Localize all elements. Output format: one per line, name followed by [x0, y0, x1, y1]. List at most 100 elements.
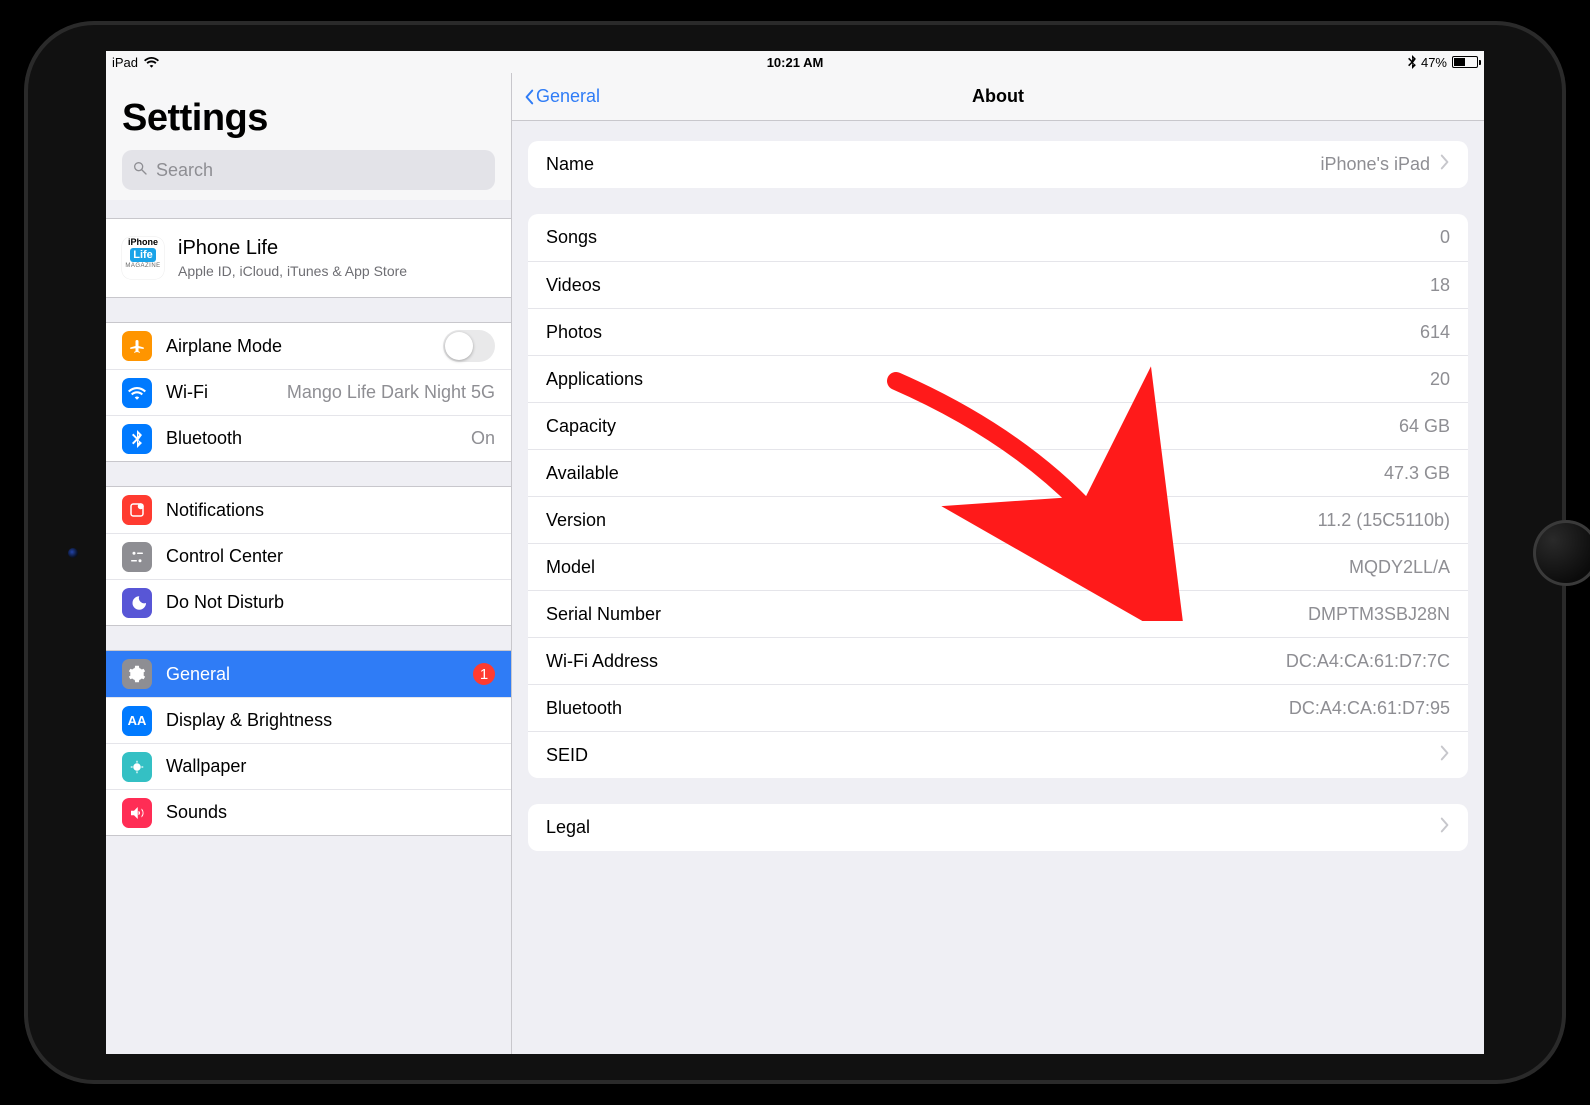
apps-value: 20 [1430, 369, 1450, 390]
about-name-label: Name [546, 154, 594, 175]
sounds-icon [122, 798, 152, 828]
back-button[interactable]: General [524, 86, 600, 107]
about-capacity-row: Capacity 64 GB [528, 402, 1468, 449]
about-name-value: iPhone's iPad [1320, 154, 1430, 175]
serial-label: Serial Number [546, 604, 661, 625]
version-label: Version [546, 510, 606, 531]
photos-label: Photos [546, 322, 602, 343]
airplane-toggle[interactable] [443, 330, 495, 362]
search-input[interactable]: Search [122, 150, 495, 190]
airplane-label: Airplane Mode [166, 336, 282, 357]
detail-pane: General About Name iPhone's iPad [512, 73, 1484, 1054]
wallpaper-icon [122, 752, 152, 782]
about-legal-row[interactable]: Legal [528, 804, 1468, 851]
wifi-label: Wi-Fi [166, 382, 208, 403]
model-label: Model [546, 557, 595, 578]
chevron-left-icon [524, 89, 534, 105]
about-name-row[interactable]: Name iPhone's iPad [528, 141, 1468, 188]
appleid-avatar: iPhone Life MAGAZINE [122, 237, 164, 279]
btaddr-value: DC:A4:CA:61:D7:95 [1289, 698, 1450, 719]
songs-value: 0 [1440, 227, 1450, 248]
bluetooth-icon [1408, 55, 1416, 69]
sidebar-item-wifi[interactable]: Wi-Fi Mango Life Dark Night 5G [106, 369, 511, 415]
about-version-row: Version 11.2 (15C5110b) [528, 496, 1468, 543]
sidebar-item-sounds[interactable]: Sounds [106, 789, 511, 835]
seid-label: SEID [546, 745, 588, 766]
notifications-label: Notifications [166, 500, 264, 521]
status-bar: iPad 10:21 AM 47% [106, 51, 1484, 73]
general-label: General [166, 664, 230, 685]
notifications-icon [122, 495, 152, 525]
legal-label: Legal [546, 817, 590, 838]
version-value: 11.2 (15C5110b) [1318, 510, 1450, 531]
sidebar-item-display[interactable]: AA Display & Brightness [106, 697, 511, 743]
about-btaddr-row: Bluetooth DC:A4:CA:61:D7:95 [528, 684, 1468, 731]
wifi-value: Mango Life Dark Night 5G [287, 382, 495, 403]
about-videos-row: Videos 18 [528, 261, 1468, 308]
sidebar-item-wallpaper[interactable]: Wallpaper [106, 743, 511, 789]
control-center-icon [122, 542, 152, 572]
battery-icon [1452, 56, 1478, 68]
control-center-label: Control Center [166, 546, 283, 567]
appleid-subtitle: Apple ID, iCloud, iTunes & App Store [178, 263, 407, 279]
dnd-label: Do Not Disturb [166, 592, 284, 613]
wifi-settings-icon [122, 378, 152, 408]
model-value: MQDY2LL/A [1349, 557, 1450, 578]
status-battery-pct: 47% [1421, 55, 1447, 70]
available-value: 47.3 GB [1384, 463, 1450, 484]
serial-value: DMPTM3SBJ28N [1308, 604, 1450, 625]
videos-label: Videos [546, 275, 601, 296]
apps-label: Applications [546, 369, 643, 390]
about-wifiaddr-row: Wi-Fi Address DC:A4:CA:61:D7:7C [528, 637, 1468, 684]
capacity-label: Capacity [546, 416, 616, 437]
chevron-right-icon [1440, 817, 1450, 838]
bluetooth-value: On [471, 428, 495, 449]
wifiaddr-value: DC:A4:CA:61:D7:7C [1286, 651, 1450, 672]
device-frame: iPad 10:21 AM 47% Settings [24, 21, 1566, 1084]
detail-title: About [972, 86, 1024, 107]
airplane-icon [122, 331, 152, 361]
sidebar-item-dnd[interactable]: Do Not Disturb [106, 579, 511, 625]
chevron-right-icon [1440, 745, 1450, 766]
photos-value: 614 [1420, 322, 1450, 343]
about-model-row: Model MQDY2LL/A [528, 543, 1468, 590]
dnd-icon [122, 588, 152, 618]
wallpaper-label: Wallpaper [166, 756, 246, 777]
capacity-value: 64 GB [1399, 416, 1450, 437]
sidebar-item-airplane[interactable]: Airplane Mode [106, 323, 511, 369]
available-label: Available [546, 463, 619, 484]
general-icon [122, 659, 152, 689]
wifi-icon [144, 56, 159, 68]
search-icon [132, 160, 148, 181]
videos-value: 18 [1430, 275, 1450, 296]
settings-sidebar: Settings Search iPhone Life [106, 73, 512, 1054]
about-apps-row: Applications 20 [528, 355, 1468, 402]
about-photos-row: Photos 614 [528, 308, 1468, 355]
status-time: 10:21 AM [767, 55, 824, 70]
about-songs-row: Songs 0 [528, 214, 1468, 261]
sidebar-item-general[interactable]: General 1 [106, 651, 511, 697]
appleid-name: iPhone Life [178, 237, 407, 260]
general-badge: 1 [473, 663, 495, 685]
chevron-right-icon [1440, 154, 1450, 175]
sidebar-item-bluetooth[interactable]: Bluetooth On [106, 415, 511, 461]
wifiaddr-label: Wi-Fi Address [546, 651, 658, 672]
screen: iPad 10:21 AM 47% Settings [106, 51, 1484, 1054]
display-label: Display & Brightness [166, 710, 332, 731]
bluetooth-settings-icon [122, 424, 152, 454]
sidebar-item-notifications[interactable]: Notifications [106, 487, 511, 533]
sounds-label: Sounds [166, 802, 227, 823]
back-label: General [536, 86, 600, 107]
search-placeholder: Search [156, 160, 213, 181]
sidebar-item-control-center[interactable]: Control Center [106, 533, 511, 579]
about-serial-row: Serial Number DMPTM3SBJ28N [528, 590, 1468, 637]
settings-title: Settings [122, 97, 495, 140]
detail-nav: General About [512, 73, 1484, 121]
home-button[interactable] [1533, 520, 1590, 586]
display-icon: AA [122, 706, 152, 736]
about-seid-row[interactable]: SEID [528, 731, 1468, 778]
about-available-row: Available 47.3 GB [528, 449, 1468, 496]
sidebar-item-appleid[interactable]: iPhone Life MAGAZINE iPhone Life Apple I… [106, 219, 511, 297]
bluetooth-label: Bluetooth [166, 428, 242, 449]
front-camera [68, 548, 78, 558]
